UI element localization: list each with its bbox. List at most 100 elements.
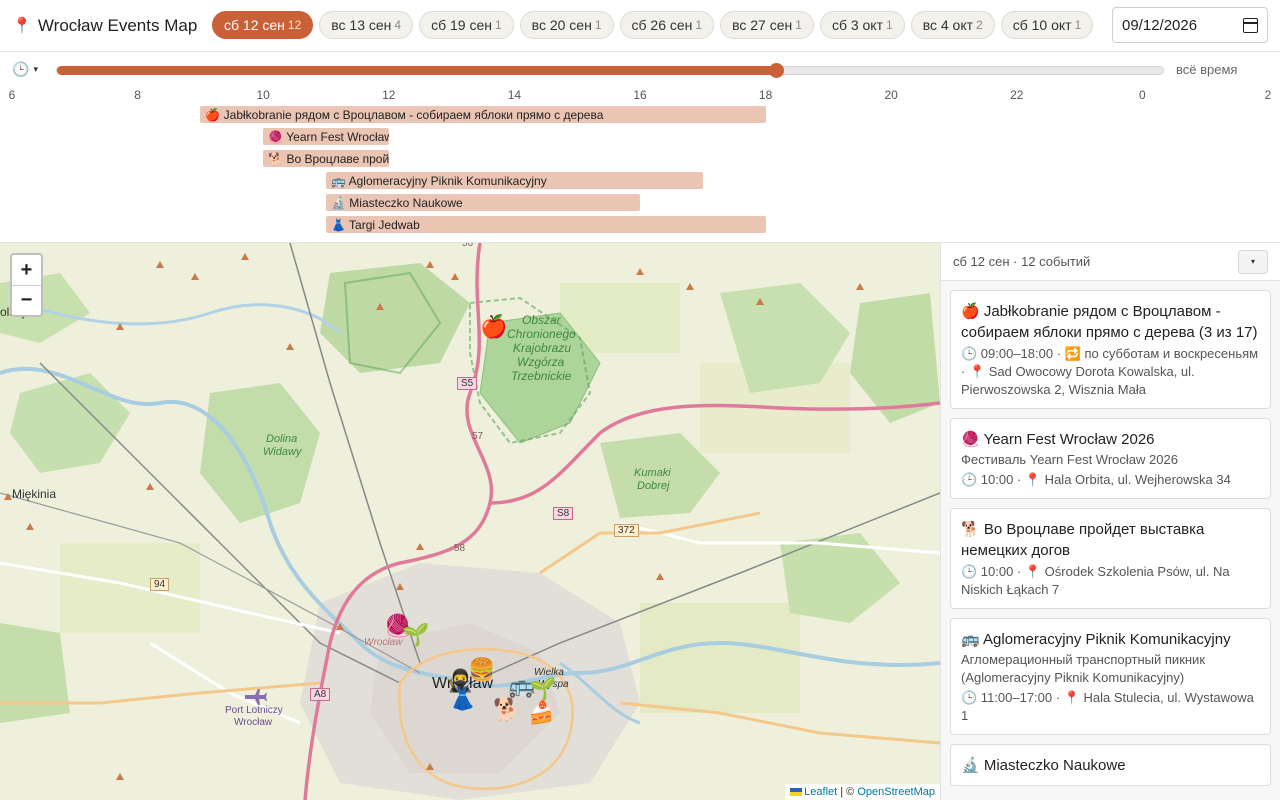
time-slider-handle[interactable]: [768, 63, 784, 78]
events-timeline: 6 8 10 12 14 16 18 20 22 0 2 🍎 Jabłkobranie рядом с…: [0, 88, 1280, 243]
day-tab-oct-4[interactable]: вс 4 окт 2: [910, 11, 995, 39]
event-marker-dress[interactable]: 👗: [449, 688, 476, 710]
event-card-meta: 🕒 10:00 · 📍 Hala Orbita, ul. Wejherowska…: [961, 472, 1231, 487]
road-number-58: 58: [454, 543, 466, 554]
zoom-out-button[interactable]: −: [12, 285, 41, 315]
event-card-subtitle: Фестиваль Yearn Fest Wrocław 2026: [961, 452, 1178, 467]
map-attribution: Leaflet | © OpenStreetMap: [785, 784, 940, 800]
timeline-tick: 10: [256, 88, 270, 102]
map-pin-icon: 📍: [12, 18, 32, 35]
day-tab-count: 1: [886, 18, 893, 32]
road-number-56: 56: [462, 243, 474, 249]
area-label-line-3: Krajobrazu: [513, 341, 572, 355]
openstreetmap-link[interactable]: OpenStreetMap: [857, 786, 935, 798]
timeline-event-bar[interactable]: 🐕 Во Вроцлаве пройдет выставка немецких …: [263, 150, 389, 167]
zoom-in-button[interactable]: +: [12, 255, 41, 285]
event-card[interactable]: 🧶 Yearn Fest Wrocław 2026 Фестиваль Yearn…: [950, 418, 1271, 499]
all-time-label[interactable]: всё время: [1176, 62, 1237, 77]
airport-label-line-1: Port Lotniczy: [225, 705, 283, 716]
day-tab-count: 1: [594, 18, 602, 32]
day-tab-sep-13[interactable]: вс 13 сен 4: [319, 11, 414, 39]
map-tiles[interactable]: [0, 243, 940, 800]
road-shield-a8: A8: [310, 688, 331, 701]
event-card-title: 🍎 Jabłkobranie рядом с Вроцлавом - собир…: [961, 303, 1258, 341]
event-marker-dog[interactable]: 🐕: [493, 699, 520, 721]
chevron-down-icon: ▾: [33, 64, 38, 74]
road-shield-372: 372: [614, 524, 639, 537]
event-card[interactable]: 🔬 Miasteczko Naukowe: [950, 744, 1271, 786]
date-value: 09/12/2026: [1122, 16, 1198, 34]
road-shield-s5: S5: [457, 377, 478, 390]
timeline-tick: 2: [1264, 88, 1272, 102]
day-tab-count: 1: [1074, 18, 1082, 32]
road-shield-s8: S8: [553, 507, 574, 520]
day-tab-sep-12[interactable]: сб 12 сен 12: [212, 11, 314, 39]
timeline-tick: 8: [134, 88, 141, 102]
reserve-label-line-1: Kumaki: [634, 467, 671, 479]
timeline-event-bar[interactable]: 👗 Targi Jedwab: [326, 216, 766, 233]
time-mode-button[interactable]: 🕒 ▾: [12, 61, 38, 78]
timeline-tick: 20: [884, 88, 898, 102]
day-tab-sep-19[interactable]: сб 19 сен 1: [419, 11, 514, 39]
valley-label-line-1: Dolina: [266, 433, 298, 445]
day-tab-oct-3[interactable]: сб 3 окт 1: [819, 11, 905, 39]
event-card-title: 🚌 Aglomeracyjny Piknik Komunikacyjny: [961, 631, 1231, 648]
timeline-tick: 6: [8, 88, 16, 102]
timeline-tick: 14: [507, 88, 522, 102]
event-card-meta: 🕒 11:00–17:00 · 📍 Hala Stulecia, ul. Wys…: [961, 690, 1254, 723]
area-label-line-2: Chronionego: [507, 327, 576, 341]
day-tab-oct-10[interactable]: сб 10 окт 1: [1000, 11, 1094, 39]
day-tab-count: 1: [695, 18, 703, 32]
day-tabs: сб 12 сен 12 вс 13 сен 4 сб 19 сен 1 вс 20 …: [212, 11, 1094, 39]
ukraine-flag-icon: [790, 788, 803, 797]
event-card[interactable]: 🐕 Во Вроцлаве пройдет выставка немецких …: [950, 508, 1271, 609]
date-picker-input[interactable]: 09/12/2026: [1112, 7, 1268, 43]
app-title: Wrocław Events Map: [37, 16, 198, 35]
airport-label-line-2: Wrocław: [234, 717, 273, 728]
road-shield-94: 94: [150, 578, 170, 591]
day-tab-sep-20[interactable]: вс 20 сен 1: [519, 11, 614, 39]
event-marker-seedling[interactable]: 🌱: [402, 624, 429, 646]
timeline-tick: 16: [633, 88, 647, 102]
event-card-meta: 🕒 09:00–18:00 · 🔁 по субботам и воскресе…: [961, 346, 1259, 397]
time-slider-track[interactable]: [56, 63, 1164, 78]
timeline-event-bar[interactable]: 🧶 Yearn Fest Wrocław 2026: [263, 128, 389, 145]
area-label-line-4: Wzgórza: [517, 355, 565, 369]
event-card[interactable]: 🚌 Aglomeracyjny Piknik Komunikacyjny Агло…: [950, 618, 1271, 735]
events-panel: сб 12 сен · 12 событий ▾ 🍎 Jabłkobranie …: [940, 243, 1280, 800]
event-card-subtitle: Агломерационный транспортный пикник (Agl…: [961, 652, 1206, 685]
calendar-icon[interactable]: [1243, 17, 1258, 33]
timeline-event-bar[interactable]: 🍎 Jabłkobranie рядом с Вроцлавом - собир…: [200, 106, 766, 123]
event-card[interactable]: 🍎 Jabłkobranie рядом с Вроцлавом - собир…: [950, 290, 1271, 409]
event-card-title: 🔬 Miasteczko Naukowe: [961, 757, 1126, 774]
area-label-line-5: Trzebnickie: [511, 369, 572, 383]
event-marker-seedling-2[interactable]: 🌱: [529, 678, 556, 700]
panel-dropdown-button[interactable]: ▾: [1238, 249, 1268, 274]
day-tab-sep-27[interactable]: вс 27 сен 1: [720, 11, 814, 39]
timeline-tick: 22: [1010, 88, 1024, 102]
zoom-control: + −: [10, 253, 43, 317]
chevron-down-icon: ▾: [1250, 257, 1255, 266]
day-tab-count: 1: [795, 18, 802, 32]
timeline-event-bar[interactable]: 🚌 Aglomeracyjny Piknik Komunikacyjny: [326, 172, 703, 189]
day-tab-sep-26[interactable]: сб 26 сен 1: [619, 11, 715, 39]
reserve-label-line-2: Dobrej: [637, 480, 670, 492]
day-tab-count: 2: [976, 18, 983, 32]
day-tab-count: 4: [394, 18, 402, 32]
timeline-event-bar[interactable]: 🔬 Miasteczko Naukowe: [326, 194, 640, 211]
app-brand: 📍 Wrocław Events Map: [12, 14, 197, 38]
event-card-list: 🍎 Jabłkobranie рядом с Вроцлавом - собир…: [941, 281, 1280, 786]
panel-header: сб 12 сен · 12 событий ▾: [941, 243, 1280, 281]
event-marker-apple[interactable]: 🍎: [480, 316, 507, 338]
road-number-57: 57: [472, 431, 484, 442]
clock-icon: 🕒: [12, 61, 30, 77]
event-card-title: 🧶 Yearn Fest Wrocław 2026: [961, 431, 1155, 448]
panel-header-text: сб 12 сен · 12 событий: [953, 254, 1091, 269]
leaflet-link[interactable]: Leaflet: [804, 786, 837, 798]
events-map[interactable]: S5 S8 372 94 A8 57 58 56 Obszar Chronion…: [0, 243, 940, 800]
day-tab-count: 1: [494, 18, 502, 32]
event-marker-cake[interactable]: 🍰: [528, 702, 555, 724]
time-slider-row: 🕒 ▾ всё время: [0, 52, 1280, 88]
event-card-meta: 🕒 10:00 · 📍 Ośrodek Szkolenia Psów, ul. …: [961, 564, 1230, 597]
town-label-miekinia: Miękinia: [12, 487, 57, 501]
